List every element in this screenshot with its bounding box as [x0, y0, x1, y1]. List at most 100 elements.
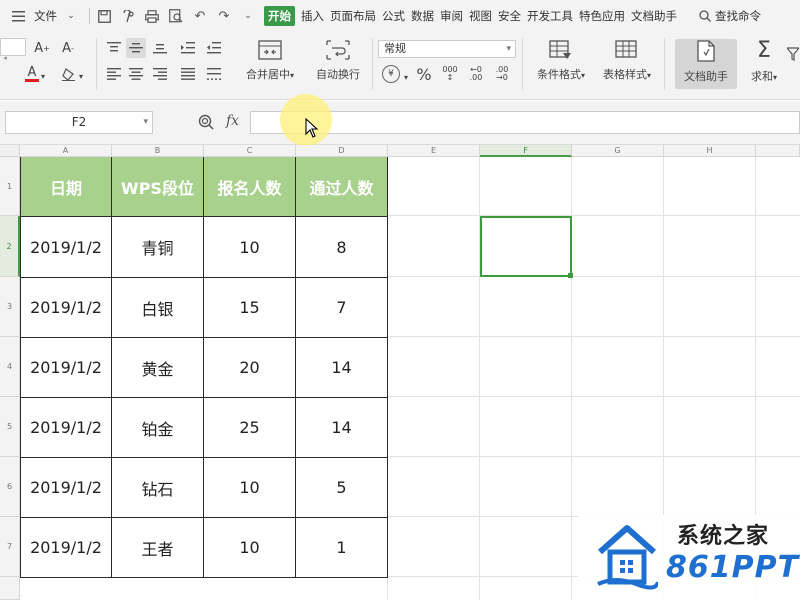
decrease-font-icon[interactable]: A- — [58, 38, 78, 58]
table-cell[interactable]: 2019/1/2 — [20, 278, 112, 338]
chevron-down-icon[interactable]: ▾ — [401, 67, 411, 87]
format-painter-icon[interactable] — [120, 8, 136, 24]
header-cell-registered[interactable]: 报名人数 — [204, 157, 296, 217]
tab-view[interactable]: 视图 — [469, 8, 492, 24]
chevron-down-icon[interactable]: ⌄ — [63, 8, 79, 24]
align-center-icon[interactable] — [126, 64, 146, 84]
column-header-a[interactable]: A — [20, 145, 112, 157]
increase-decimal-icon[interactable]: ←0.00 — [466, 64, 486, 84]
table-cell[interactable]: 白银 — [112, 278, 204, 338]
table-cell[interactable]: 20 — [204, 338, 296, 398]
table-cell[interactable]: 7 — [296, 278, 388, 338]
name-box[interactable]: F2 ▾ — [5, 111, 153, 134]
row-header-3[interactable]: 3 — [0, 277, 20, 337]
merge-center-button[interactable]: 合并居中▾ — [240, 40, 300, 82]
tab-insert[interactable]: 插入 — [301, 8, 324, 24]
table-cell[interactable]: 2019/1/2 — [20, 338, 112, 398]
redo-icon[interactable]: ↷ — [216, 8, 232, 24]
table-cell[interactable]: 2019/1/2 — [20, 398, 112, 458]
distributed-align-icon[interactable] — [204, 64, 224, 84]
print-preview-icon[interactable] — [168, 8, 184, 24]
chevron-down-icon[interactable]: ▾ — [38, 66, 48, 86]
filter-icon[interactable] — [786, 44, 800, 64]
tab-page-layout[interactable]: 页面布局 — [330, 8, 376, 24]
tab-home[interactable]: 开始 — [264, 6, 295, 26]
align-bottom-icon[interactable] — [150, 38, 170, 58]
row-header-1[interactable]: 1 — [0, 157, 20, 216]
table-cell[interactable]: 2019/1/2 — [20, 217, 112, 278]
sum-button[interactable]: Σ 求和▾ — [744, 40, 784, 84]
column-header-f[interactable]: F — [480, 145, 572, 157]
table-cell[interactable]: 10 — [204, 217, 296, 278]
column-header-b[interactable]: B — [112, 145, 204, 157]
table-cell[interactable]: 王者 — [112, 518, 204, 578]
tab-security[interactable]: 安全 — [498, 8, 521, 24]
row-header-2[interactable]: 2 — [0, 216, 20, 277]
header-cell-date[interactable]: 日期 — [20, 157, 112, 217]
align-left-icon[interactable] — [104, 64, 124, 84]
table-cell[interactable]: 2019/1/2 — [20, 458, 112, 518]
wrap-text-button[interactable]: 自动换行 — [310, 40, 366, 82]
chevron-down-icon[interactable]: ⌄ — [240, 8, 256, 24]
hamburger-menu-icon[interactable] — [10, 8, 26, 24]
clear-format-icon[interactable] — [58, 64, 78, 84]
ribbon-expand-icon[interactable]: ◂ — [2, 48, 8, 68]
table-cell[interactable]: 8 — [296, 217, 388, 278]
row-header-5[interactable]: 5 — [0, 397, 20, 457]
conditional-format-button[interactable]: 条件格式▾ — [530, 40, 592, 82]
chevron-down-icon[interactable]: ▾ — [76, 66, 86, 86]
table-cell[interactable]: 15 — [204, 278, 296, 338]
decrease-indent-icon[interactable] — [178, 38, 198, 58]
table-cell[interactable]: 14 — [296, 338, 388, 398]
doc-assistant-button[interactable]: 文档助手 — [675, 40, 737, 84]
table-style-button[interactable]: 表格样式▾ — [596, 40, 658, 82]
undo-icon[interactable]: ↶ — [192, 8, 208, 24]
align-top-icon[interactable] — [104, 38, 124, 58]
table-cell[interactable]: 5 — [296, 458, 388, 518]
align-middle-icon[interactable] — [126, 38, 146, 58]
tab-doc-assistant[interactable]: 文档助手 — [631, 8, 677, 24]
currency-icon[interactable]: ¥ — [382, 65, 400, 83]
search-icon[interactable] — [697, 8, 713, 24]
table-cell[interactable]: 2019/1/2 — [20, 518, 112, 578]
thousands-separator-icon[interactable]: 000 ↕ — [440, 64, 460, 84]
fx-insert-function-button[interactable]: fx — [226, 113, 239, 129]
increase-indent-icon[interactable] — [204, 38, 224, 58]
table-cell[interactable]: 钻石 — [112, 458, 204, 518]
align-right-icon[interactable] — [150, 64, 170, 84]
table-cell[interactable]: 铂金 — [112, 398, 204, 458]
tab-review[interactable]: 审阅 — [440, 8, 463, 24]
number-format-dropdown[interactable]: 常规 ▾ — [378, 40, 516, 58]
header-cell-passed[interactable]: 通过人数 — [296, 157, 388, 217]
formula-input[interactable] — [250, 111, 800, 134]
table-cell[interactable]: 10 — [204, 518, 296, 578]
tab-data[interactable]: 数据 — [411, 8, 434, 24]
column-header-h[interactable]: H — [664, 145, 756, 157]
percent-icon[interactable]: % — [414, 64, 434, 84]
row-header-7[interactable]: 7 — [0, 517, 20, 577]
table-cell[interactable]: 10 — [204, 458, 296, 518]
tab-formulas[interactable]: 公式 — [382, 8, 405, 24]
active-cell-f2[interactable] — [480, 216, 572, 277]
tab-developer[interactable]: 开发工具 — [527, 8, 573, 24]
select-all-corner[interactable] — [0, 145, 20, 157]
search-command[interactable]: 查找命令 — [715, 8, 761, 24]
column-header-g[interactable]: G — [572, 145, 664, 157]
increase-font-icon[interactable]: A + — [32, 38, 52, 58]
table-cell[interactable]: 14 — [296, 398, 388, 458]
table-cell[interactable]: 黄金 — [112, 338, 204, 398]
table-cell[interactable]: 青铜 — [112, 217, 204, 278]
fill-handle[interactable] — [568, 273, 573, 278]
decrease-decimal-icon[interactable]: .00 →0 — [492, 64, 512, 84]
save-icon[interactable] — [96, 8, 112, 24]
tab-special-apps[interactable]: 特色应用 — [579, 8, 625, 24]
column-header-e[interactable]: E — [388, 145, 480, 157]
print-icon[interactable] — [144, 8, 160, 24]
column-header-partial[interactable] — [756, 145, 800, 157]
table-cell[interactable]: 25 — [204, 398, 296, 458]
column-header-d[interactable]: D — [296, 145, 388, 157]
file-menu[interactable]: 文件 — [34, 8, 57, 24]
justify-icon[interactable] — [178, 64, 198, 84]
table-cell[interactable]: 1 — [296, 518, 388, 578]
zoom-search-icon[interactable] — [198, 114, 214, 130]
